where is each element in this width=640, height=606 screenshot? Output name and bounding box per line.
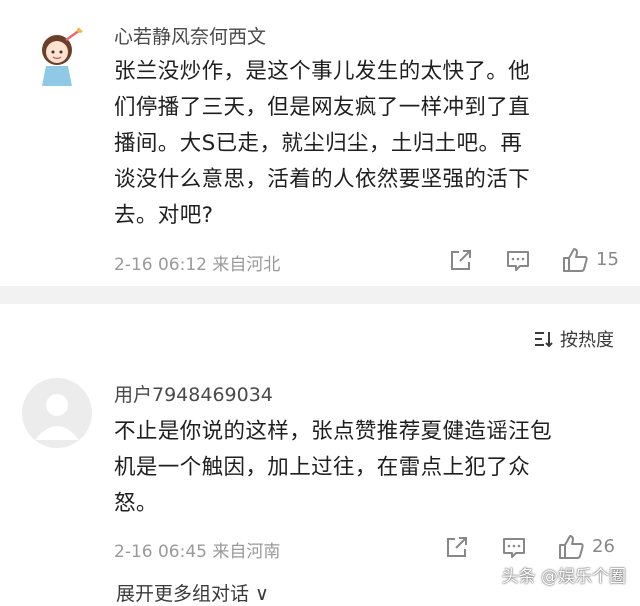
like-count: 15: [596, 249, 619, 270]
comment-text: 不止是你说的这样，张点赞推荐夏健造谣汪包 机是一个触因，加上过往，在雷点上犯了众…: [114, 414, 552, 522]
comment-icon: [503, 538, 525, 558]
comment-line: 张兰没炒作，是这个事儿发生的太快了。他: [114, 59, 531, 84]
sort-label: 按热度: [560, 330, 614, 351]
expand-conversation-link[interactable]: 展开更多组对话 ∨: [116, 579, 269, 606]
comment-line: 播间。大S已走，就尘归尘，土归土吧。再: [114, 131, 523, 156]
comment-icon: [507, 251, 529, 271]
thumbs-up-icon: [563, 248, 588, 272]
share-button[interactable]: [442, 532, 472, 562]
sort-by-hot-button[interactable]: 按热度: [532, 326, 614, 352]
section-divider: [0, 286, 640, 304]
thumbs-up-icon: [559, 535, 584, 559]
avatar[interactable]: [22, 378, 92, 448]
comment-line: 怒。: [114, 491, 158, 516]
comment-line: 去。对吧?: [114, 203, 214, 228]
like-button[interactable]: [560, 245, 590, 275]
like-button[interactable]: [556, 532, 586, 562]
comment-line: 机是一个触因，加上过往，在雷点上犯了众: [114, 455, 531, 480]
share-icon: [451, 250, 471, 270]
sort-icon: [535, 332, 553, 348]
username[interactable]: 用户7948469034: [114, 380, 273, 407]
comment-1: 心若静风奈何西文 张兰没炒作，是这个事儿发生的太快了。他 们停播了三天，但是网友…: [0, 0, 640, 286]
reply-button[interactable]: [499, 532, 529, 562]
comment-meta: 2-16 06:45 来自河南: [114, 542, 281, 562]
comment-line: 不止是你说的这样，张点赞推荐夏健造谣汪包: [114, 419, 553, 444]
share-button[interactable]: [446, 245, 476, 275]
comment-line: 谈没什么意思，活着的人依然要坚强的活下: [114, 167, 531, 192]
avatar[interactable]: [22, 20, 92, 90]
comment-text: 张兰没炒作，是这个事儿发生的太快了。他 们停播了三天，但是网友疯了一样冲到了直 …: [114, 54, 530, 234]
watermark: 头条 @娱乐个圈: [501, 567, 626, 587]
comment-line: 们停播了三天，但是网友疯了一样冲到了直: [114, 95, 531, 120]
comment-2: 用户7948469034 不止是你说的这样，张点赞推荐夏健造谣汪包 机是一个触因…: [0, 360, 640, 580]
cartoon-girl-icon: [22, 20, 92, 90]
reply-button[interactable]: [503, 245, 533, 275]
username[interactable]: 心若静风奈何西文: [114, 22, 266, 49]
like-count: 26: [592, 536, 615, 557]
share-icon: [447, 537, 467, 557]
default-user-icon: [22, 378, 92, 448]
comment-meta: 2-16 06:12 来自河北: [114, 255, 281, 275]
